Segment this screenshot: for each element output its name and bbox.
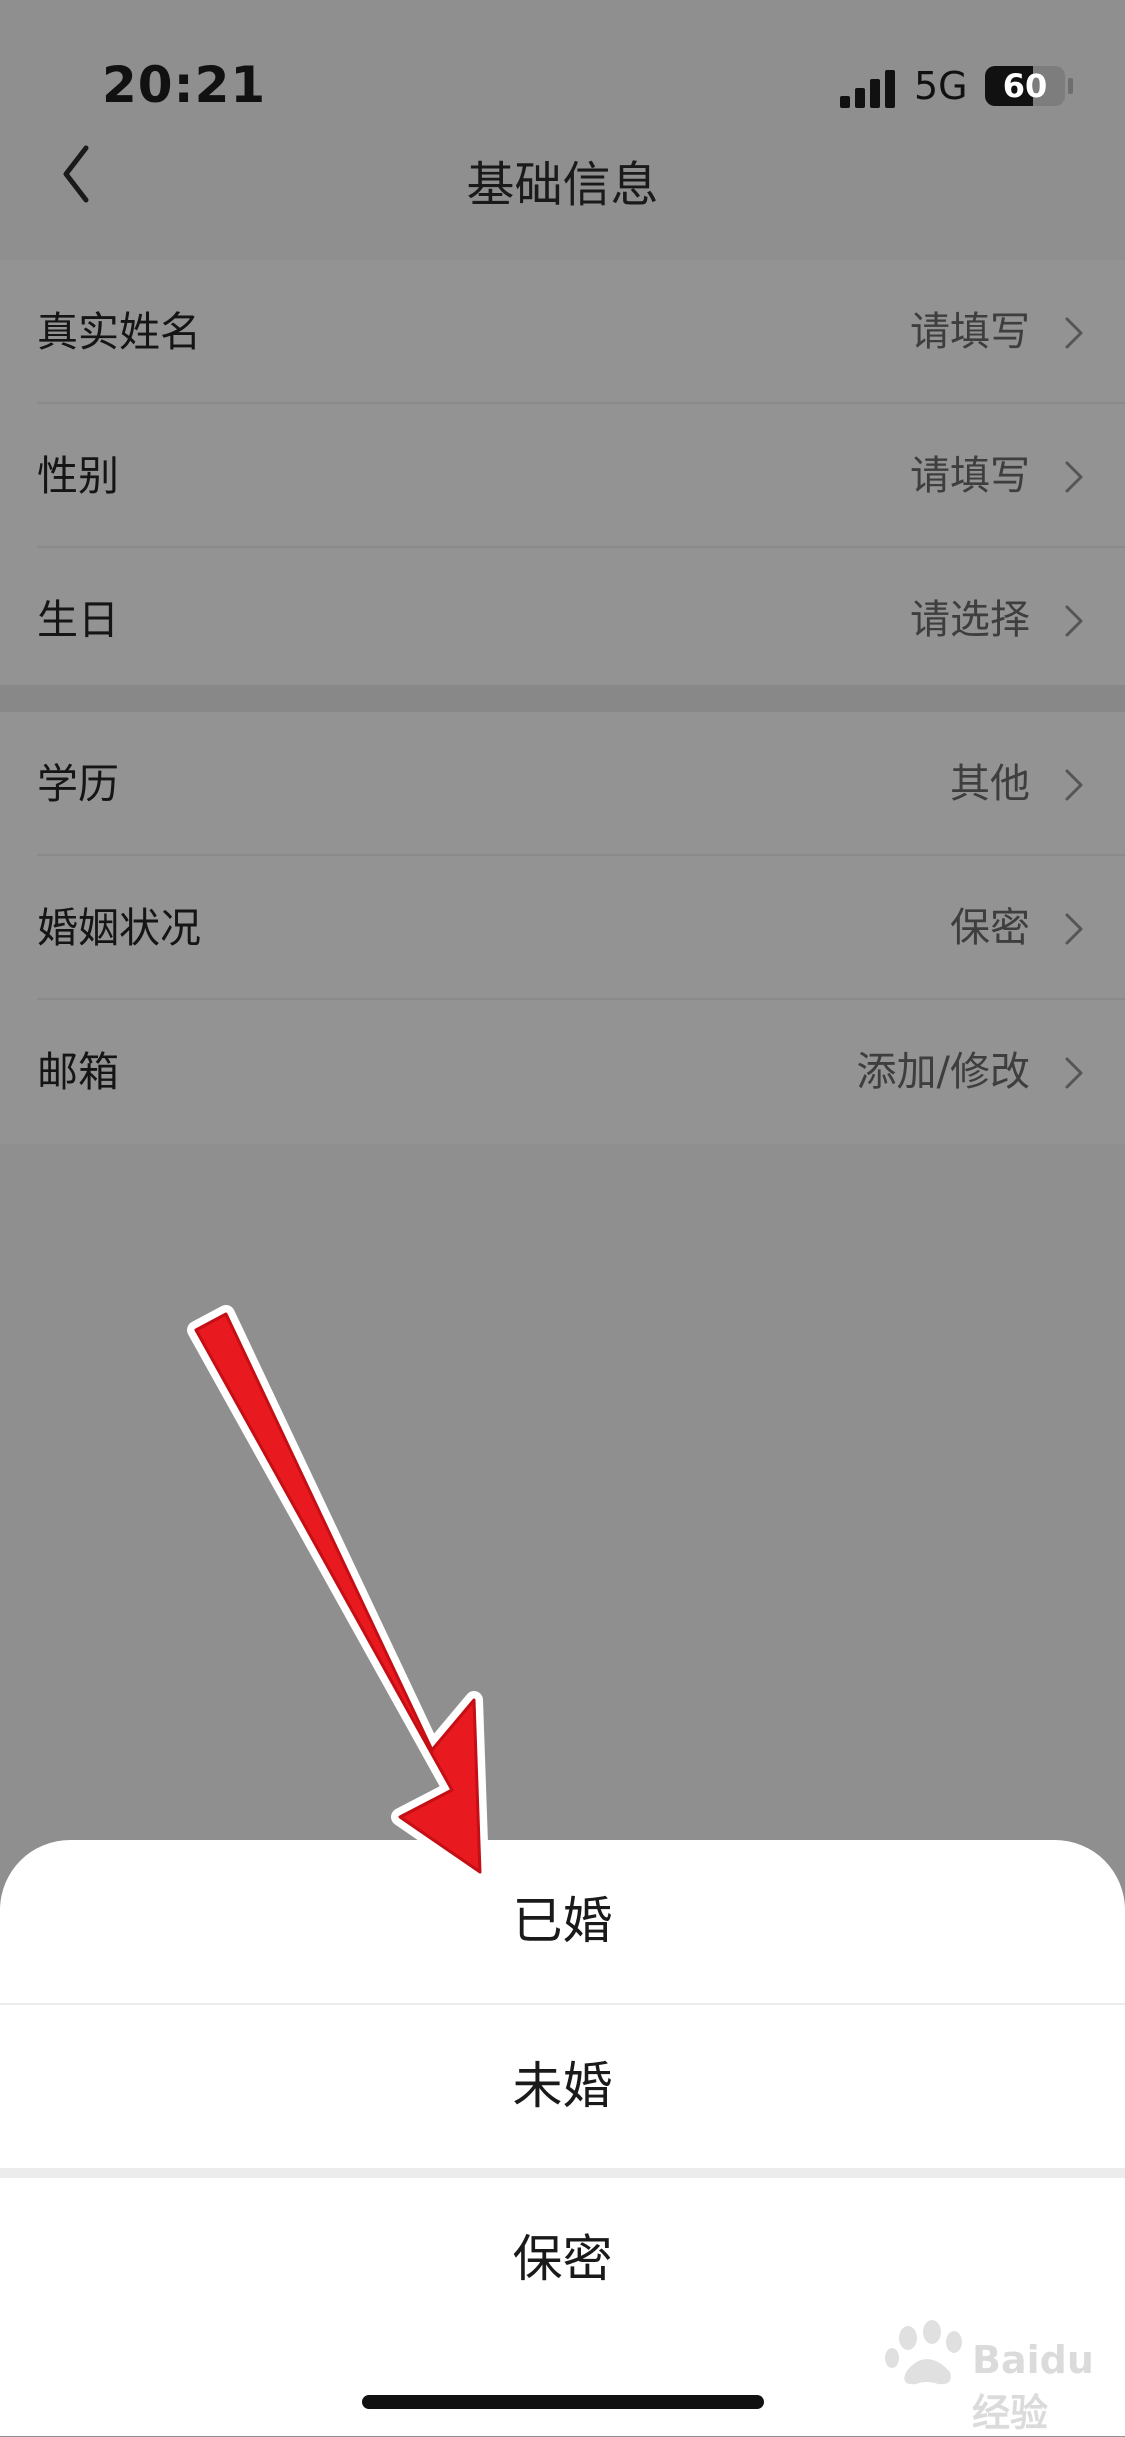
row-gender[interactable]: 性别 请填写 [0, 404, 1125, 548]
battery-icon: 60 [985, 66, 1065, 106]
page-title: 基础信息 [466, 157, 659, 213]
row-label: 真实姓名 [37, 308, 201, 356]
group-separator [0, 685, 1125, 712]
watermark-text: Baidu经验 [972, 2338, 1094, 2435]
settings-group-personal: 真实姓名 请填写 性别 请填写 生日 请选择 [0, 260, 1125, 685]
chevron-right-icon [1065, 461, 1083, 493]
chevron-right-icon [1065, 769, 1083, 801]
battery-percent: 60 [1002, 67, 1048, 105]
row-label: 性别 [37, 452, 119, 500]
row-birthday[interactable]: 生日 请选择 [0, 548, 1125, 692]
nav-bar: 基础信息 [0, 140, 1125, 260]
row-marital-status[interactable]: 婚姻状况 保密 [0, 856, 1125, 1000]
option-married[interactable]: 已婚 [0, 1840, 1125, 2003]
chevron-right-icon [1065, 317, 1083, 349]
chevron-right-icon [1065, 1057, 1083, 1089]
row-education[interactable]: 学历 其他 [0, 712, 1125, 856]
battery-tip [1068, 78, 1073, 94]
row-value: 添加/修改 [856, 1049, 1030, 1095]
home-indicator[interactable] [362, 2395, 764, 2409]
chevron-right-icon [1065, 913, 1083, 945]
basic-info-page: 20:21 5G 60 基础信息 真实姓名 请填写 性别 请填写 生日 请选择 … [0, 0, 1125, 2436]
network-label: 5G [914, 64, 968, 108]
row-real-name[interactable]: 真实姓名 请填写 [0, 260, 1125, 404]
row-label: 学历 [37, 760, 119, 808]
row-label: 生日 [37, 596, 119, 644]
signal-icon [840, 70, 898, 108]
option-private[interactable]: 保密 [0, 2178, 1125, 2341]
baidu-paw-icon [885, 2320, 962, 2385]
status-bar: 20:21 5G 60 [0, 0, 1125, 140]
baidu-watermark: Baidu经验 [880, 2320, 1100, 2435]
row-email[interactable]: 邮箱 添加/修改 [0, 1000, 1125, 1144]
sheet-gap [0, 2168, 1125, 2178]
option-unmarried[interactable]: 未婚 [0, 2005, 1125, 2168]
status-time: 20:21 [102, 56, 267, 114]
row-label: 邮箱 [37, 1048, 119, 1096]
row-value: 请填写 [910, 453, 1030, 499]
chevron-right-icon [1065, 605, 1083, 637]
row-value: 其他 [950, 761, 1030, 807]
row-value: 请填写 [910, 309, 1030, 355]
row-value: 保密 [950, 905, 1030, 951]
row-value: 请选择 [910, 597, 1030, 643]
settings-group-other: 学历 其他 婚姻状况 保密 邮箱 添加/修改 [0, 712, 1125, 1144]
row-label: 婚姻状况 [37, 904, 201, 952]
